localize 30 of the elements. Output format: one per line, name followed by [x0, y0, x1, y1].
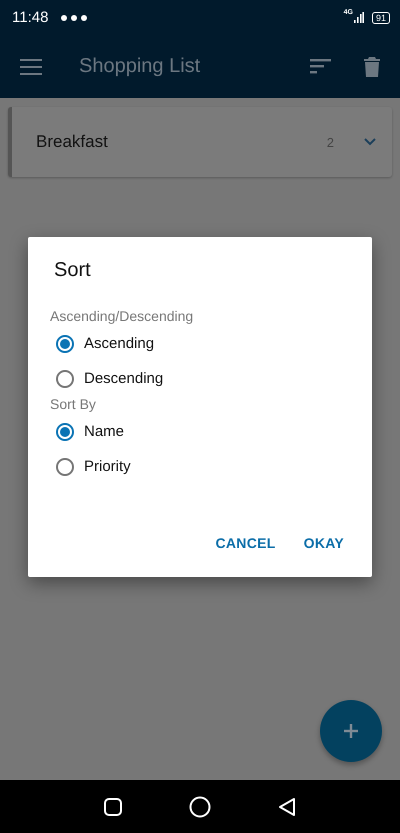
notification-dots-icon: [60, 14, 88, 22]
chevron-icon[interactable]: [364, 138, 376, 146]
app-title: Shopping List: [79, 55, 202, 78]
add-button[interactable]: [320, 700, 382, 762]
group-label: Ascending/Descending: [50, 308, 194, 324]
item-count: 2: [326, 134, 334, 150]
radio-button[interactable]: [56, 334, 74, 352]
option-label: Name: [84, 423, 124, 440]
signal-icon: [354, 12, 364, 23]
radio-button[interactable]: [56, 422, 74, 440]
dialog-title: Sort: [54, 259, 92, 282]
plus-icon: [344, 724, 358, 738]
menu-icon[interactable]: [20, 58, 42, 74]
list-name: Breakfast: [36, 132, 109, 152]
recent-apps-icon[interactable]: [104, 798, 122, 816]
option-label: Priority: [84, 458, 131, 475]
option-label: Ascending: [84, 335, 154, 352]
list-card[interactable]: Breakfast 2: [8, 107, 392, 177]
cancel-button[interactable]: CANCEL: [207, 529, 284, 557]
radio-button[interactable]: [56, 458, 74, 476]
group-label: Sort By: [50, 396, 97, 412]
option-label: Descending: [84, 370, 164, 387]
sort-icon[interactable]: [310, 59, 331, 74]
okay-button[interactable]: OKAY: [296, 529, 352, 557]
back-icon[interactable]: [278, 796, 296, 816]
status-time: 11:48: [12, 9, 48, 26]
trash-icon[interactable]: [364, 56, 380, 76]
home-icon[interactable]: [188, 796, 211, 818]
radio-button[interactable]: [56, 370, 74, 388]
battery-level: 91: [372, 12, 390, 24]
